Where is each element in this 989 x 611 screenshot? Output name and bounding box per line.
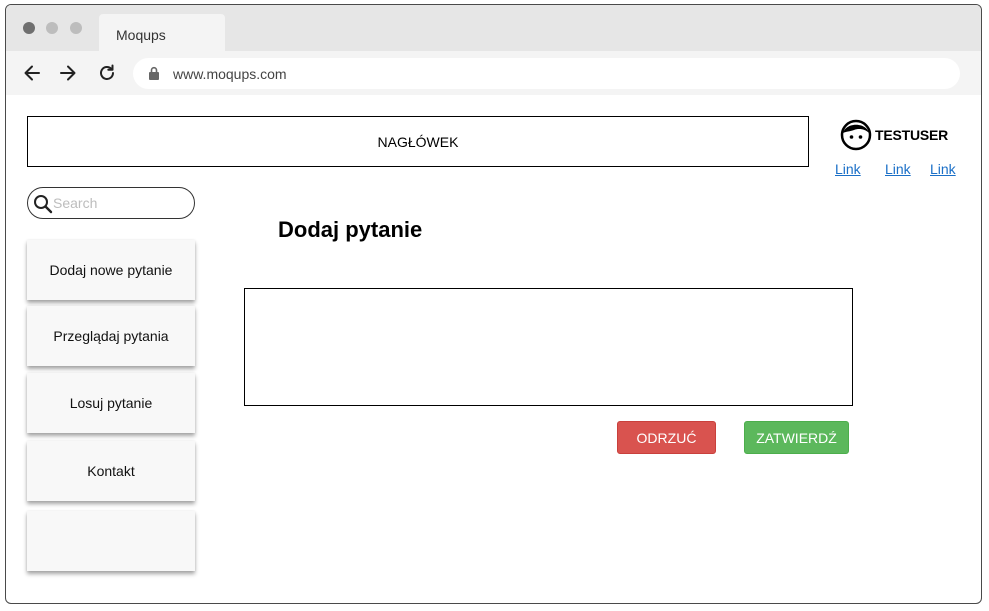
sidebar-item-label: Losuj pytanie [69, 395, 153, 411]
sidebar-item-label: Przeglądaj pytania [53, 328, 169, 344]
sidebar-item-label: Dodaj nowe pytanie [49, 262, 173, 278]
window-close-dot[interactable] [23, 22, 35, 34]
page-content: NAGŁÓWEK TESTUSER Link Link Link Dodaj n… [6, 95, 981, 603]
lock-icon [149, 66, 159, 80]
search-input[interactable] [53, 193, 188, 213]
reload-icon[interactable] [96, 62, 118, 84]
browser-titlebar: Moqups [6, 5, 981, 51]
url-text: www.moqups.com [173, 66, 287, 82]
sidebar-item-browse-questions[interactable]: Przeglądaj pytania [27, 306, 195, 366]
avatar-icon [840, 119, 872, 151]
header-link-3[interactable]: Link [930, 161, 956, 177]
address-bar[interactable]: www.moqups.com [133, 58, 960, 89]
page-header: NAGŁÓWEK [27, 116, 809, 167]
search-icon [34, 195, 53, 214]
window-minimize-dot[interactable] [46, 22, 58, 34]
browser-tab[interactable]: Moqups [99, 14, 225, 51]
sidebar-item-empty[interactable] [27, 511, 195, 571]
forward-arrow-icon[interactable] [57, 62, 79, 84]
page-title: Dodaj pytanie [278, 217, 423, 242]
accept-button[interactable]: ZATWIERDŹ [744, 421, 849, 454]
browser-toolbar: www.moqups.com [6, 51, 981, 95]
reject-button[interactable]: ODRZUĆ [617, 421, 716, 454]
header-link-2[interactable]: Link [885, 161, 911, 177]
window-maximize-dot[interactable] [70, 22, 82, 34]
search-box[interactable] [27, 187, 195, 219]
back-arrow-icon[interactable] [21, 62, 43, 84]
header-title: NAGŁÓWEK [377, 133, 459, 150]
sidebar-item-contact[interactable]: Kontakt [27, 441, 195, 501]
question-textarea[interactable] [244, 288, 853, 406]
browser-window: Moqups www.moqups.com NAGŁÓWEK TESTUSER … [5, 4, 982, 604]
sidebar-item-add-question[interactable]: Dodaj nowe pytanie [27, 240, 195, 300]
user-info[interactable]: TESTUSER [840, 119, 948, 151]
username: TESTUSER [875, 127, 949, 143]
sidebar-item-random-question[interactable]: Losuj pytanie [27, 373, 195, 433]
header-link-1[interactable]: Link [835, 161, 861, 177]
sidebar-item-label: Kontakt [87, 463, 135, 479]
